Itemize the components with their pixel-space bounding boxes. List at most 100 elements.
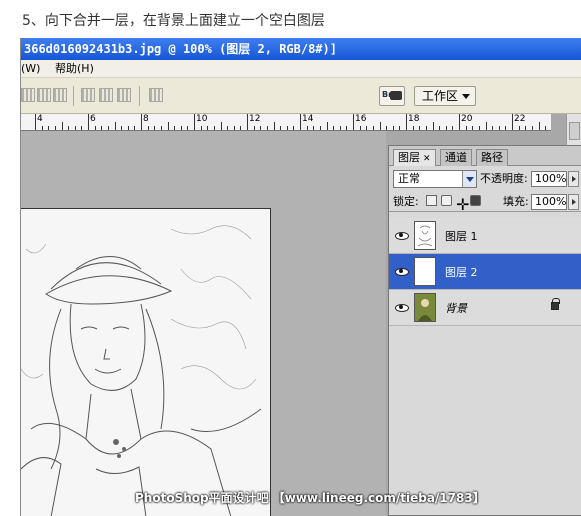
chevron-down-icon bbox=[462, 94, 470, 99]
layers-panel: 图层✕ 通道 路径 正常 不透明度: 100% 锁定: ✛ 填充: 100% bbox=[388, 145, 581, 516]
lock-transparent-icon[interactable] bbox=[426, 195, 437, 206]
ruler-tick bbox=[220, 122, 222, 130]
layer-row-1[interactable]: 图层 1 bbox=[389, 218, 581, 254]
ruler-tick bbox=[101, 126, 103, 130]
ruler-tick bbox=[379, 122, 381, 130]
tab-paths[interactable]: 路径 bbox=[476, 149, 508, 166]
lock-all-icon[interactable] bbox=[470, 195, 481, 206]
eye-icon[interactable] bbox=[395, 301, 409, 313]
tab-channels[interactable]: 通道 bbox=[440, 149, 472, 166]
layer-name[interactable]: 背景 bbox=[445, 300, 467, 316]
eye-icon[interactable] bbox=[395, 229, 409, 241]
ruler-tick bbox=[485, 122, 487, 130]
canvas-area[interactable] bbox=[21, 131, 386, 516]
ruler-tick bbox=[174, 126, 176, 130]
ruler-tick bbox=[419, 126, 421, 130]
ruler-tick bbox=[545, 126, 547, 130]
fill-label: 填充: bbox=[503, 195, 529, 208]
ruler-tick bbox=[213, 126, 215, 130]
ruler-tick bbox=[392, 126, 394, 130]
ruler-tick bbox=[260, 126, 262, 130]
layer-row-background[interactable]: 背景 bbox=[389, 290, 581, 326]
photoshop-window: 366d016092431b3.jpg @ 100% (图层 2, RGB/8#… bbox=[20, 38, 581, 516]
ruler-tick bbox=[445, 126, 447, 130]
lock-icon bbox=[551, 298, 560, 310]
ruler-tick bbox=[353, 114, 354, 130]
ruler-tick bbox=[399, 126, 401, 130]
fill-field[interactable]: 100% bbox=[531, 194, 567, 210]
workspace-menu[interactable]: 工作区 bbox=[414, 86, 476, 106]
ruler-tick bbox=[48, 126, 50, 130]
ruler-tick bbox=[498, 126, 500, 130]
ruler-tick bbox=[187, 126, 189, 130]
ruler-tick bbox=[41, 126, 43, 130]
ruler-tick bbox=[127, 126, 129, 130]
layer-name[interactable]: 图层 2 bbox=[445, 264, 478, 280]
ruler-tick bbox=[68, 126, 70, 130]
document-title-bar[interactable]: 366d016092431b3.jpg @ 100% (图层 2, RGB/8#… bbox=[21, 38, 581, 60]
distribute-right-icon[interactable] bbox=[117, 88, 131, 102]
ruler-tick bbox=[425, 126, 427, 130]
portrait-sketch bbox=[21, 209, 270, 516]
ruler-tick bbox=[406, 114, 407, 130]
blend-mode-select[interactable]: 正常 bbox=[393, 170, 477, 188]
ruler-label: 22 bbox=[514, 114, 526, 124]
ruler-tick bbox=[525, 126, 527, 130]
close-icon[interactable]: ✕ bbox=[423, 154, 431, 164]
ruler-tick bbox=[339, 126, 341, 130]
distribute-left-icon[interactable] bbox=[81, 88, 95, 102]
options-bar: Br 工作区 bbox=[21, 78, 581, 114]
camera-icon bbox=[390, 91, 402, 100]
opacity-label: 不透明度: bbox=[480, 172, 528, 185]
ruler-tick bbox=[472, 126, 474, 130]
ruler-tick bbox=[266, 126, 268, 130]
fill-slider-toggle-icon[interactable] bbox=[568, 194, 579, 210]
tab-layers-label: 图层 bbox=[398, 151, 420, 164]
lock-position-icon[interactable]: ✛ bbox=[456, 195, 469, 214]
ruler-label: 18 bbox=[408, 114, 420, 124]
layer-thumbnail bbox=[414, 221, 436, 250]
auto-align-icon[interactable] bbox=[149, 88, 163, 102]
ruler-label: 20 bbox=[461, 114, 473, 124]
ruler-tick bbox=[333, 126, 335, 130]
ruler-tick bbox=[538, 122, 540, 130]
ruler-tick bbox=[240, 126, 242, 130]
align-left-icon[interactable] bbox=[21, 88, 35, 102]
ruler-tick bbox=[74, 126, 76, 130]
tab-layers[interactable]: 图层 ✕ bbox=[393, 149, 436, 166]
bridge-button[interactable]: Br bbox=[379, 86, 405, 106]
ruler-tick bbox=[412, 126, 414, 130]
lock-image-icon[interactable] bbox=[441, 195, 452, 206]
panel-tabs: 图层 ✕ 通道 路径 bbox=[389, 146, 581, 166]
layer-row-2[interactable]: 图层 2 bbox=[389, 254, 581, 290]
workspace-label: 工作区 bbox=[422, 89, 459, 103]
ruler-tick bbox=[452, 126, 454, 130]
chevron-down-icon[interactable] bbox=[462, 171, 476, 187]
lock-row: 锁定: ✛ 填充: 100% bbox=[389, 192, 581, 214]
align-center-icon[interactable] bbox=[37, 88, 51, 102]
ruler-tick bbox=[81, 126, 83, 130]
layer-name[interactable]: 图层 1 bbox=[445, 228, 478, 244]
ruler-tick bbox=[366, 126, 368, 130]
opacity-field[interactable]: 100% bbox=[531, 171, 567, 187]
ruler-tick bbox=[439, 126, 441, 130]
horizontal-ruler[interactable]: 4 6 8 10 12 14 16 18 20 22 bbox=[21, 114, 551, 131]
scrollbar-thumb[interactable] bbox=[569, 122, 580, 140]
instruction-caption: 5、向下合并一层，在背景上面建立一个空白图层 bbox=[22, 13, 325, 29]
ruler-label: 6 bbox=[90, 114, 96, 124]
align-right-icon[interactable] bbox=[53, 88, 67, 102]
opacity-slider-toggle-icon[interactable] bbox=[568, 171, 579, 187]
ruler-tick bbox=[154, 126, 156, 130]
eye-icon[interactable] bbox=[395, 265, 409, 277]
ruler-tick bbox=[35, 114, 36, 130]
menu-help[interactable]: 帮助(H) bbox=[55, 60, 94, 78]
distribute-center-icon[interactable] bbox=[99, 88, 113, 102]
ruler-tick bbox=[121, 126, 123, 130]
ruler-tick bbox=[107, 126, 109, 130]
sketch-image[interactable] bbox=[21, 208, 271, 516]
ruler-tick bbox=[180, 126, 182, 130]
menu-window[interactable]: (W) bbox=[21, 60, 40, 78]
ruler-tick bbox=[253, 126, 255, 130]
ruler-tick bbox=[386, 126, 388, 130]
ruler-tick bbox=[167, 122, 169, 130]
